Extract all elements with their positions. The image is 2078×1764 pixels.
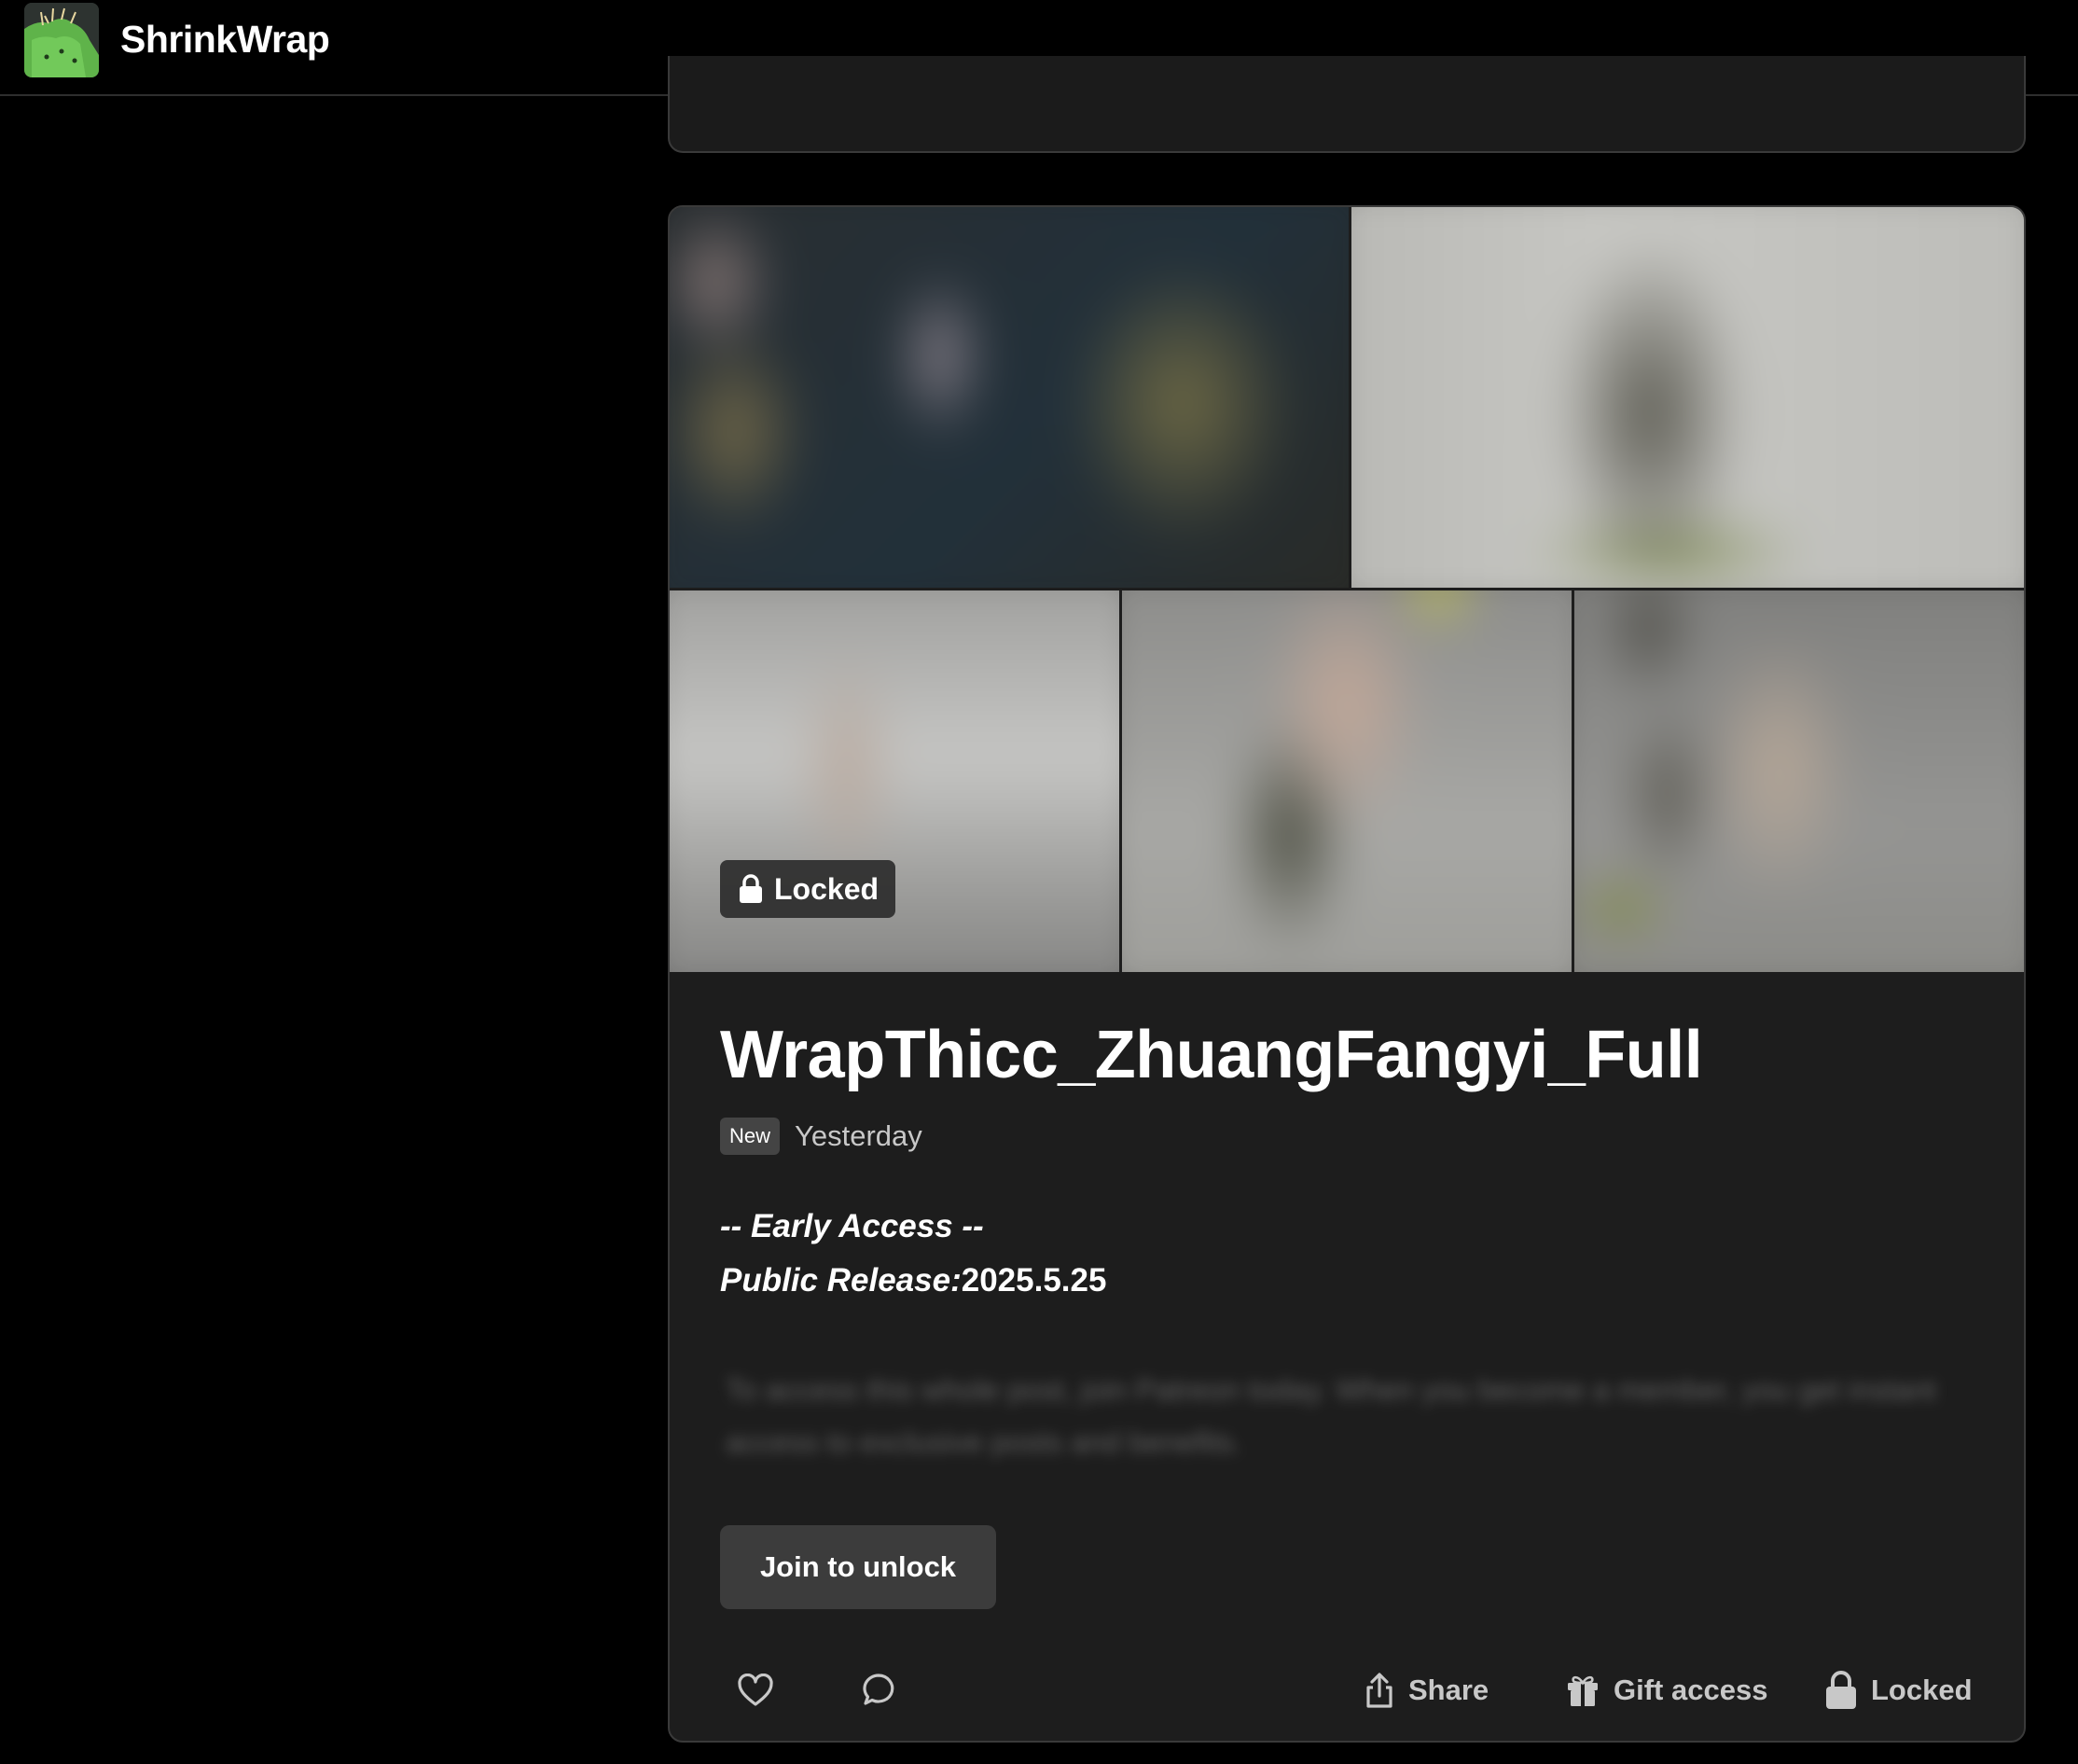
image-tile[interactable] xyxy=(1122,590,1572,972)
public-release-label: Public Release: xyxy=(720,1262,962,1299)
like-button[interactable] xyxy=(737,1653,774,1728)
cactus-logo-icon xyxy=(24,3,99,77)
image-tile[interactable] xyxy=(670,207,1349,588)
post-card: Locked WrapThicc_ZhuangFangyi_Full New Y… xyxy=(668,205,2026,1743)
share-icon xyxy=(1366,1673,1392,1708)
early-access-text: -- Early Access -- xyxy=(720,1208,984,1244)
locked-badge: Locked xyxy=(720,860,896,918)
image-tile[interactable] xyxy=(1351,207,2024,588)
join-to-unlock-button[interactable]: Join to unlock xyxy=(720,1525,996,1609)
lock-icon xyxy=(1826,1671,1856,1709)
locked-badge-label: Locked xyxy=(774,871,880,906)
new-badge: New xyxy=(720,1118,781,1155)
image-tile[interactable] xyxy=(1574,590,2024,972)
gift-icon xyxy=(1568,1675,1598,1706)
previous-post-card xyxy=(668,56,2026,153)
heart-icon xyxy=(738,1674,773,1706)
comment-button[interactable] xyxy=(861,1653,896,1728)
lock-icon xyxy=(740,874,762,903)
post-actions: Share Gift access Locked xyxy=(670,1653,2024,1728)
post-title[interactable]: WrapThicc_ZhuangFangyi_Full xyxy=(720,1017,1703,1093)
gift-access-label: Gift access xyxy=(1614,1674,1768,1706)
gift-access-button[interactable]: Gift access xyxy=(1565,1653,1767,1728)
share-button[interactable]: Share xyxy=(1364,1653,1489,1728)
creator-logo[interactable] xyxy=(24,3,99,77)
locked-status: Locked xyxy=(1824,1653,1973,1728)
public-release-text: Public Release:2025.5.25 xyxy=(720,1262,1106,1299)
post-date[interactable]: Yesterday xyxy=(795,1119,922,1153)
share-label: Share xyxy=(1408,1674,1489,1706)
public-release-value: 2025.5.25 xyxy=(961,1262,1107,1299)
image-grid[interactable]: Locked xyxy=(670,207,2024,972)
blurred-teaser-text: To access this whole post, join Patreon … xyxy=(726,1373,1936,1459)
post-meta: New Yesterday xyxy=(720,1118,922,1155)
locked-label: Locked xyxy=(1871,1674,1973,1706)
comment-icon xyxy=(863,1674,894,1705)
creator-name[interactable]: ShrinkWrap xyxy=(120,18,330,62)
